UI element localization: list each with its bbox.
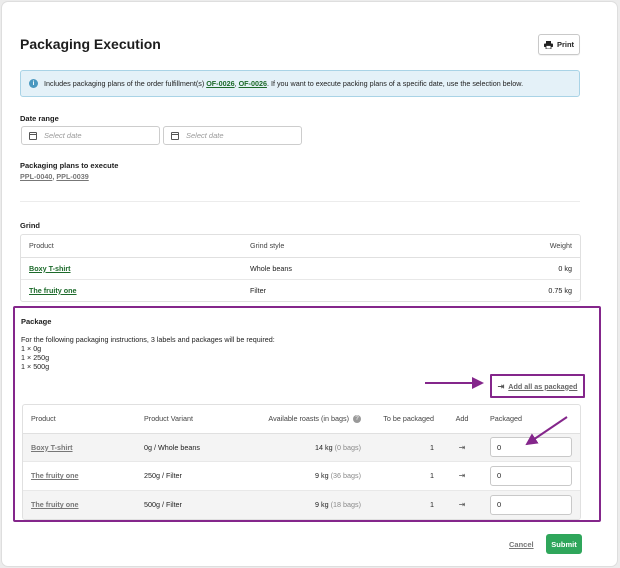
printer-icon [543, 40, 553, 49]
start-date-placeholder: Select date [44, 131, 82, 140]
weight: 0.75 kg [548, 285, 572, 295]
available-roasts: 9 kg (18 bags) [246, 490, 369, 519]
arrow-to-right-icon: ⇥ [458, 471, 466, 481]
col-product-variant: Product Variant [136, 405, 246, 434]
package-instructions: For the following packaging instructions… [21, 335, 275, 371]
available-roasts: 9 kg (36 bags) [246, 461, 369, 491]
print-label: Print [556, 40, 575, 49]
to-be-packaged: 1 [369, 490, 442, 519]
packaged-input[interactable] [490, 437, 572, 458]
product-variant: 250g / Filter [136, 461, 246, 491]
grind-style: Filter [250, 285, 266, 295]
package-line: 1 × 0g [21, 344, 42, 353]
weight: 0 kg [442, 257, 580, 280]
plans-list: PPL-0040, PPL-0039 [20, 172, 89, 181]
add-all-label: Add all as packaged [508, 381, 578, 391]
add-row-button[interactable]: ⇥ [442, 461, 482, 491]
table-row: The fruity one Filter 0.75 kg [21, 279, 580, 301]
col-add: Add [442, 405, 482, 434]
col-grind-style: Grind style [242, 235, 443, 258]
add-row-button[interactable]: ⇥ [442, 490, 482, 519]
info-text: Includes packaging plans of the order fu… [44, 79, 524, 88]
calendar-icon [29, 131, 37, 140]
product-variant: 0g / Whole beans [136, 433, 246, 462]
product-link[interactable]: Boxy T-shirt [23, 433, 136, 462]
date-range-label: Date range [20, 114, 59, 123]
col-weight: Weight [442, 235, 580, 258]
to-be-packaged: 1 [369, 461, 442, 491]
product-link[interactable]: The fruity one [23, 461, 136, 491]
plan-link[interactable]: PPL-0039 [56, 172, 88, 181]
packaged-cell [482, 433, 580, 462]
grind-table: Product Grind style Weight Boxy T-shirt … [20, 234, 581, 302]
available-roasts: 14 kg (0 bags) [246, 433, 369, 462]
product-link[interactable]: Boxy T-shirt [21, 257, 242, 280]
plans-label: Packaging plans to execute [20, 161, 119, 170]
table-row: Boxy T-shirt Whole beans 0 kg [21, 257, 580, 280]
col-to-be-packaged: To be packaged [369, 405, 442, 434]
product-link[interactable]: The fruity one [23, 490, 136, 519]
col-packaged: Packaged [482, 405, 580, 434]
grind-style: Whole beans [242, 257, 443, 280]
arrow-to-right-icon: ⇥ [497, 381, 505, 391]
add-all-as-packaged-button[interactable]: ⇥ Add all as packaged [490, 374, 585, 398]
order-link[interactable]: OF-0026 [206, 79, 234, 88]
page: Packaging Execution Print i Includes pac… [2, 2, 617, 566]
page-title: Packaging Execution [20, 36, 161, 52]
help-icon[interactable]: ? [353, 415, 361, 424]
order-link[interactable]: OF-0026 [239, 79, 267, 88]
package-section-title: Package [21, 317, 52, 326]
package-intro: For the following packaging instructions… [21, 335, 275, 344]
info-banner: i Includes packaging plans of the order … [20, 70, 580, 97]
table-header-row: Product Product Variant Available roasts… [23, 405, 580, 434]
arrow-to-right-icon: ⇥ [458, 442, 466, 452]
divider [20, 201, 580, 202]
col-available-roasts: Available roasts (in bags)? [246, 405, 369, 434]
product-link[interactable]: The fruity one [21, 279, 242, 301]
end-date-input[interactable]: Select date [163, 126, 302, 145]
grind-section-title: Grind [20, 221, 40, 230]
package-line: 1 × 500g [21, 362, 50, 371]
packaged-input[interactable] [490, 465, 572, 486]
table-row: The fruity one 500g / Filter 9 kg (18 ba… [23, 490, 580, 519]
product-variant: 500g / Filter [136, 490, 246, 519]
calendar-icon [171, 131, 179, 140]
package-line: 1 × 250g [21, 353, 50, 362]
start-date-input[interactable]: Select date [21, 126, 160, 145]
print-button[interactable]: Print [538, 34, 580, 55]
col-product: Product [23, 405, 136, 434]
end-date-placeholder: Select date [186, 131, 224, 140]
add-row-button[interactable]: ⇥ [442, 433, 482, 462]
packaged-cell [482, 461, 580, 491]
cancel-link[interactable]: Cancel [509, 540, 534, 549]
package-table: Product Product Variant Available roasts… [22, 404, 581, 520]
to-be-packaged: 1 [369, 433, 442, 462]
packaged-input[interactable] [490, 494, 572, 515]
submit-button[interactable]: Submit [546, 534, 582, 554]
table-row: The fruity one 250g / Filter 9 kg (36 ba… [23, 461, 580, 491]
table-row: Boxy T-shirt 0g / Whole beans 14 kg (0 b… [23, 433, 580, 462]
packaged-cell [482, 490, 580, 519]
plan-link[interactable]: PPL-0040 [20, 172, 52, 181]
col-product: Product [21, 235, 242, 258]
info-icon: i [29, 79, 38, 88]
table-header-row: Product Grind style Weight [21, 235, 580, 258]
arrow-to-right-icon: ⇥ [458, 500, 466, 509]
